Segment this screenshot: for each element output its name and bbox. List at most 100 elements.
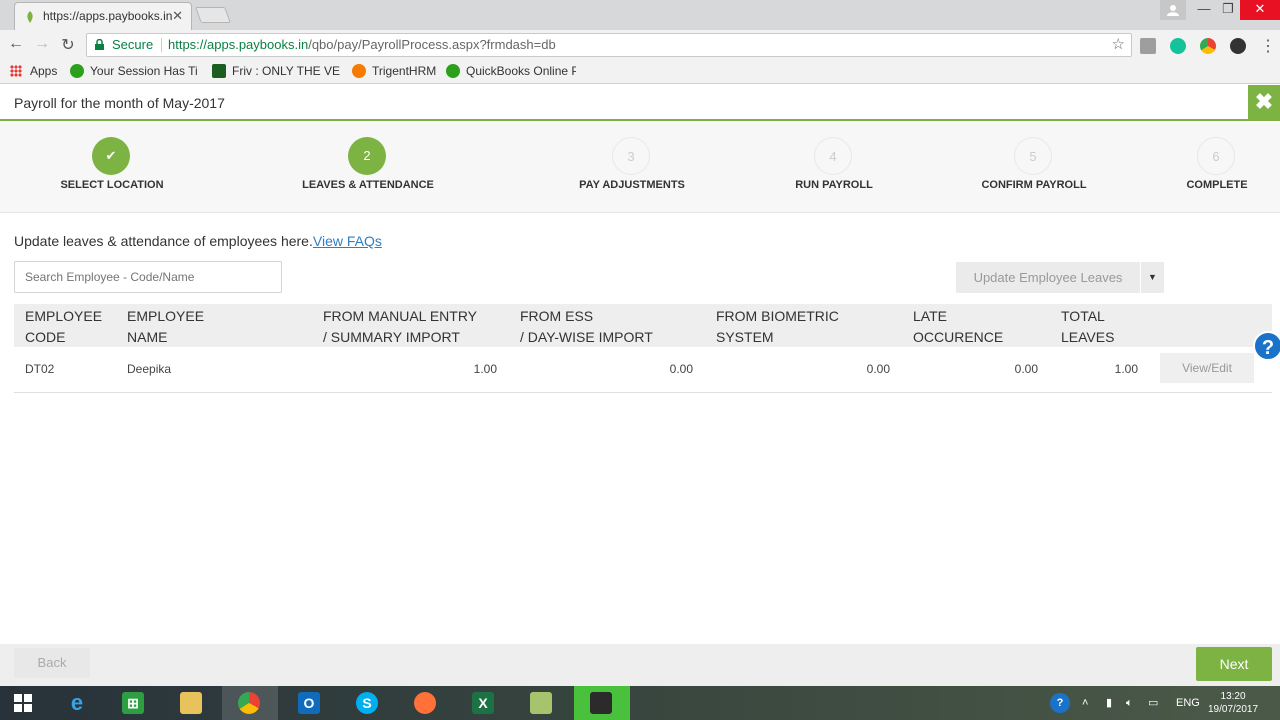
store-icon[interactable]: ⊞ [106,686,162,720]
bookmark-apps[interactable]: Apps [10,64,57,78]
column-total-leaves: TOTAL LEAVES [1061,308,1115,345]
browser-tab-bar: https://apps.paybooks.in ✕ — ❐ ✕ [0,0,1280,30]
bookmark-friv[interactable]: Friv : ONLY THE VERY [212,64,340,78]
trigent-icon [352,64,366,78]
secure-label: Secure [112,37,154,52]
lock-icon [95,39,104,50]
update-dropdown-caret-icon[interactable]: ▼ [1140,262,1164,293]
url-path: /qbo/pay/PayrollProcess.aspx?frmdash=db [308,37,556,52]
url-separator [161,38,162,52]
back-arrow-icon[interactable]: ← [6,35,26,53]
quickbooks-icon [70,64,84,78]
step-number: 2 [348,137,386,175]
step-number: 6 [1197,137,1235,175]
clock-time: 13:20 [1220,691,1246,702]
column-ess: FROM ESS / DAY-WISE IMPORT [520,308,653,345]
column-employee-code: EMPLOYEE CODE [25,308,103,345]
cell-employee-code: DT02 [25,362,55,376]
maximize-icon[interactable]: ❐ [1214,0,1242,20]
step-check-icon: ✔ [92,137,130,175]
step-label: SELECT LOCATION [60,179,164,191]
grammarly-icon[interactable] [1170,38,1186,54]
table-row: DT02 Deepika 1.00 0.00 0.00 0.00 1.00 Vi… [14,347,1272,393]
tab-title: https://apps.paybooks.in [43,9,173,23]
next-button[interactable]: Next [1196,647,1272,681]
payroll-header: Payroll for the month of May-2017 ✖ [0,85,1280,121]
leaves-table-header: EMPLOYEE CODE EMPLOYEE NAME FROM MANUAL … [14,304,1272,347]
forward-arrow-icon[interactable]: → [32,35,52,53]
camtasia-icon[interactable] [574,686,630,720]
view-faqs-link[interactable]: View FAQs [313,233,382,249]
cell-employee-name: Deepika [127,362,172,376]
view-edit-button[interactable]: View/Edit [1160,353,1254,383]
volume-icon[interactable]: 🔈︎ [1126,686,1133,720]
paybooks-favicon-icon [27,11,33,23]
apps-grid-icon [10,65,22,77]
cell-manual-entry: 1.00 [473,362,497,376]
chrome-extension-icon[interactable] [1200,38,1216,54]
outlook-icon[interactable]: O [282,686,338,720]
bookmark-label: QuickBooks Online P [466,64,576,78]
firefox-icon[interactable] [398,686,454,720]
new-extension-icon[interactable] [1230,38,1246,54]
chrome-icon[interactable] [222,686,278,720]
excel-icon[interactable]: X [456,686,512,720]
chrome-menu-icon[interactable]: ⋮ [1258,36,1278,56]
cell-ess: 0.00 [669,362,693,376]
close-icon[interactable]: ✖ [1248,85,1280,121]
intro-message: Update leaves & attendance of employees … [14,233,313,249]
browser-tab[interactable]: https://apps.paybooks.in ✕ [14,2,192,30]
bookmark-quickbooks[interactable]: QuickBooks Online P [446,64,576,78]
cell-biometric: 0.00 [866,362,890,376]
column-biometric: FROM BIOMETRIC SYSTEM [716,308,839,345]
quickbooks-icon [446,64,460,78]
friv-icon [212,64,226,78]
step-label: RUN PAYROLL [795,179,873,191]
bookmark-star-icon[interactable]: ☆ [1112,34,1125,56]
bookmark-label: TrigentHRM [372,64,437,78]
extension-icon[interactable] [1140,38,1156,54]
page-title: Payroll for the month of May-2017 [14,95,225,111]
intro-text: Update leaves & attendance of employees … [14,233,382,249]
url-text: https://apps.paybooks.in/qbo/pay/Payroll… [168,34,556,56]
notes-app-icon[interactable] [514,686,570,720]
help-tray-icon[interactable]: ? [1050,686,1070,720]
windows-start-icon[interactable] [0,686,46,720]
bookmark-session[interactable]: Your Session Has Tim [70,64,198,78]
payroll-stepper: ✔ SELECT LOCATION 2 LEAVES & ATTENDANCE … [0,123,1280,213]
windows-taskbar: e ⊞ O S X ? ˄ ▮ 🔈︎ ▭ ENG 13:20 19/07/201… [0,686,1280,720]
url-host: https://apps.paybooks.in [168,37,309,52]
tab-close-icon[interactable]: ✕ [172,8,183,24]
step-number: 5 [1014,137,1052,175]
user-profile-icon[interactable] [1160,0,1186,20]
bookmark-label: Friv : ONLY THE VERY [232,64,340,78]
help-icon[interactable]: ? [1253,331,1280,361]
back-button[interactable]: Back [14,648,90,678]
column-late-occurence: LATE OCCURENCE [913,308,1004,345]
step-label: CONFIRM PAYROLL [981,179,1087,191]
bookmarks-bar: Apps Your Session Has Tim Friv : ONLY TH… [0,60,1280,84]
bookmark-label: Your Session Has Tim [90,64,198,78]
step-label: LEAVES & ATTENDANCE [302,179,434,191]
tray-overflow-icon[interactable]: ˄ [1082,686,1088,720]
step-number: 4 [814,137,852,175]
clock-date: 19/07/2017 [1208,704,1259,715]
address-bar[interactable]: Secure https://apps.paybooks.in/qbo/pay/… [86,33,1132,57]
internet-explorer-icon[interactable]: e [50,686,106,720]
network-icon[interactable]: ▭ [1148,686,1158,720]
search-employee-input[interactable] [14,261,282,293]
browser-toolbar: ← → ↻ Secure https://apps.paybooks.in/qb… [0,30,1280,60]
new-tab-button[interactable] [195,7,231,23]
wizard-footer: Back Next [0,644,1280,686]
language-indicator[interactable]: ENG [1176,686,1200,720]
reload-icon[interactable]: ↻ [58,35,78,55]
window-close-icon[interactable]: ✕ [1240,0,1280,20]
bookmark-label: Apps [30,64,58,78]
file-explorer-icon[interactable] [164,686,220,720]
update-employee-leaves-button[interactable]: Update Employee Leaves [956,262,1140,293]
bookmark-trigenthrm[interactable]: TrigentHRM [352,64,436,78]
skype-icon[interactable]: S [340,686,396,720]
step-label: PAY ADJUSTMENTS [579,179,685,191]
battery-icon[interactable]: ▮ [1106,686,1112,720]
system-clock[interactable]: 13:20 19/07/2017 [1208,690,1258,716]
